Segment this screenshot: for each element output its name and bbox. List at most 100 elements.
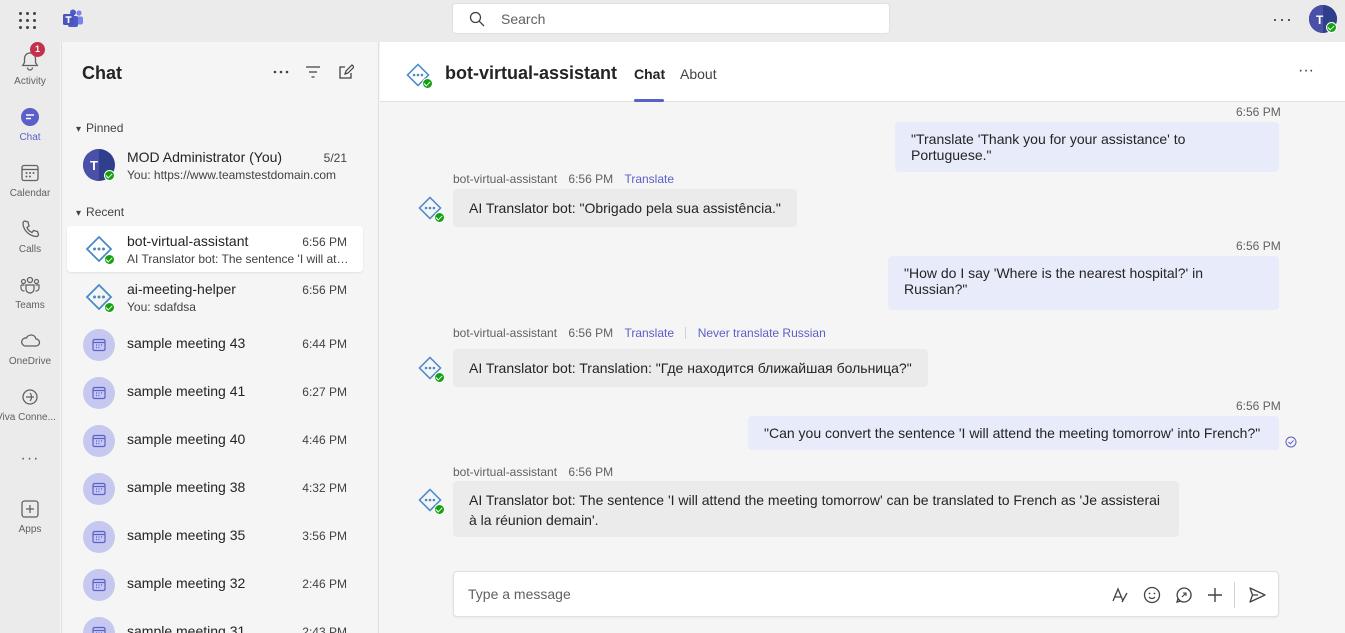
incoming-message[interactable]: AI Translator bot: "Obrigado pela sua as…: [453, 189, 797, 227]
svg-text:T: T: [90, 158, 98, 173]
calendar-icon: [21, 164, 39, 182]
phone-icon: [22, 220, 40, 238]
message-timestamp: 6:56 PM: [1236, 399, 1281, 413]
settings-more-button[interactable]: ···: [1272, 9, 1293, 30]
rail-label: OneDrive: [8, 356, 52, 367]
message-timestamp: 6:56 PM: [1236, 105, 1281, 119]
send-icon[interactable]: [1247, 585, 1267, 605]
chat-row-meeting[interactable]: sample meeting 41 6:27 PM: [67, 370, 363, 416]
meeting-calendar-icon: [83, 377, 115, 409]
more-options-icon[interactable]: [273, 70, 289, 74]
meeting-calendar-icon: [83, 425, 115, 457]
chat-row-meeting[interactable]: sample meeting 40 4:46 PM: [67, 418, 363, 464]
filter-icon[interactable]: [305, 65, 321, 79]
message-line: AI Translator bot: The sentence 'I will …: [469, 492, 1160, 508]
chat-preview: AI Translator bot: The sentence 'I will …: [127, 252, 349, 266]
chat-time: 2:46 PM: [302, 577, 347, 591]
add-apps-icon: [21, 500, 39, 518]
meeting-calendar-icon: [83, 329, 115, 361]
outgoing-message[interactable]: "Translate 'Thank you for your assistanc…: [895, 122, 1279, 172]
recent-section-label[interactable]: Recent: [76, 205, 124, 219]
meeting-calendar-icon: [83, 617, 115, 633]
rail-viva-connections[interactable]: Viva Conne...: [0, 386, 60, 436]
translate-link[interactable]: Translate: [624, 326, 674, 340]
presence-available-icon: [104, 254, 115, 265]
chat-row-meeting[interactable]: sample meeting 32 2:46 PM: [67, 562, 363, 608]
rail-label: Apps: [18, 524, 42, 535]
meeting-calendar-icon: [83, 521, 115, 553]
incoming-message[interactable]: AI Translator bot: Translation: "Где нах…: [453, 349, 928, 387]
active-tab-indicator: [634, 99, 664, 102]
chat-icon: [21, 108, 39, 126]
chat-row-mod-administrator[interactable]: T MOD Administrator (You) 5/21 You: http…: [67, 142, 363, 188]
outgoing-message[interactable]: "Can you convert the sentence 'I will at…: [748, 416, 1279, 450]
chat-name: MOD Administrator (You): [127, 149, 283, 165]
loop-component-icon[interactable]: [1174, 585, 1194, 605]
chat-name: ai-meeting-helper: [127, 281, 236, 297]
format-icon[interactable]: [1110, 585, 1130, 605]
activity-badge: 1: [30, 42, 45, 57]
rail-calls[interactable]: Calls: [0, 218, 60, 268]
chat-time: 6:56 PM: [302, 283, 347, 297]
chat-preview: You: https://www.teamstestdomain.com: [127, 168, 336, 182]
chat-row-meeting[interactable]: sample meeting 43 6:44 PM: [67, 322, 363, 368]
rail-activity[interactable]: 1 Activity: [0, 42, 60, 100]
message-timestamp: 6:56 PM: [568, 465, 614, 479]
rail-chat[interactable]: Chat: [0, 106, 60, 156]
read-receipt-icon: [1285, 436, 1297, 448]
message-line: à la réunion demain'.: [469, 512, 599, 528]
message-timestamp: 6:56 PM: [568, 326, 614, 340]
message-meta: bot-virtual-assistant 6:56 PM Translate …: [453, 326, 826, 340]
message-input[interactable]: [468, 586, 1068, 602]
cloud-icon: [21, 334, 41, 347]
chat-name: sample meeting 38: [127, 479, 246, 495]
presence-available-icon: [422, 78, 433, 89]
incoming-message[interactable]: AI Translator bot: The sentence 'I will …: [453, 481, 1179, 537]
compose-box: [453, 571, 1279, 617]
message-timestamp: 6:56 PM: [568, 172, 614, 186]
app-rail: 1 Activity Chat Calendar Calls Teams One…: [0, 42, 60, 633]
rail-apps[interactable]: Apps: [0, 498, 60, 548]
rail-onedrive[interactable]: OneDrive: [0, 330, 60, 380]
rail-label: Teams: [15, 300, 45, 311]
outgoing-message[interactable]: "How do I say 'Where is the nearest hosp…: [888, 256, 1279, 310]
chat-row-meeting[interactable]: sample meeting 38 4:32 PM: [67, 466, 363, 512]
message-meta: bot-virtual-assistant 6:56 PM: [453, 465, 613, 479]
conversation-more-button[interactable]: ···: [1298, 62, 1314, 80]
teams-icon: [20, 276, 40, 294]
top-bar: Search ··· T: [0, 0, 1345, 42]
emoji-icon[interactable]: [1142, 585, 1162, 605]
chat-name: sample meeting 41: [127, 383, 246, 399]
chat-row-meeting[interactable]: sample meeting 31 2:43 PM: [67, 610, 363, 633]
tab-about[interactable]: About: [680, 66, 717, 82]
chat-list-pane: Chat Pinned T MOD Administrator (You) 5/…: [61, 42, 379, 633]
add-icon[interactable]: [1205, 585, 1225, 605]
pinned-section-label[interactable]: Pinned: [76, 121, 123, 135]
search-box[interactable]: Search: [452, 3, 890, 34]
rail-calendar[interactable]: Calendar: [0, 162, 60, 212]
rail-label: Activity: [14, 76, 46, 87]
presence-available-icon: [434, 504, 445, 515]
app-launcher-icon[interactable]: [17, 10, 37, 30]
new-chat-icon[interactable]: [338, 64, 354, 80]
conversation-pane: bot-virtual-assistant Chat About ··· 6:5…: [380, 42, 1345, 633]
translate-link[interactable]: Translate: [624, 172, 674, 186]
meeting-calendar-icon: [83, 473, 115, 505]
rail-teams[interactable]: Teams: [0, 274, 60, 324]
chat-row-meeting[interactable]: sample meeting 35 3:56 PM: [67, 514, 363, 560]
chat-name: sample meeting 43: [127, 335, 246, 351]
tab-chat[interactable]: Chat: [634, 66, 665, 82]
conversation-header: bot-virtual-assistant Chat About ···: [380, 42, 1345, 102]
chat-preview: You: sdafdsa: [127, 300, 196, 314]
rail-label: Viva Conne...: [0, 412, 56, 423]
chat-row-ai-meeting-helper[interactable]: ai-meeting-helper 6:56 PM You: sdafdsa: [67, 274, 363, 320]
search-icon: [469, 11, 485, 26]
never-translate-link[interactable]: Never translate Russian: [698, 326, 826, 340]
chat-time: 2:43 PM: [302, 625, 347, 633]
chat-time: 3:56 PM: [302, 529, 347, 543]
viva-connections-icon: [22, 389, 38, 405]
more-apps-button[interactable]: ···: [0, 450, 60, 500]
chat-row-bot-virtual-assistant[interactable]: bot-virtual-assistant 6:56 PM AI Transla…: [67, 226, 363, 272]
teams-logo-icon: [63, 9, 83, 27]
presence-available-icon: [1326, 22, 1337, 33]
